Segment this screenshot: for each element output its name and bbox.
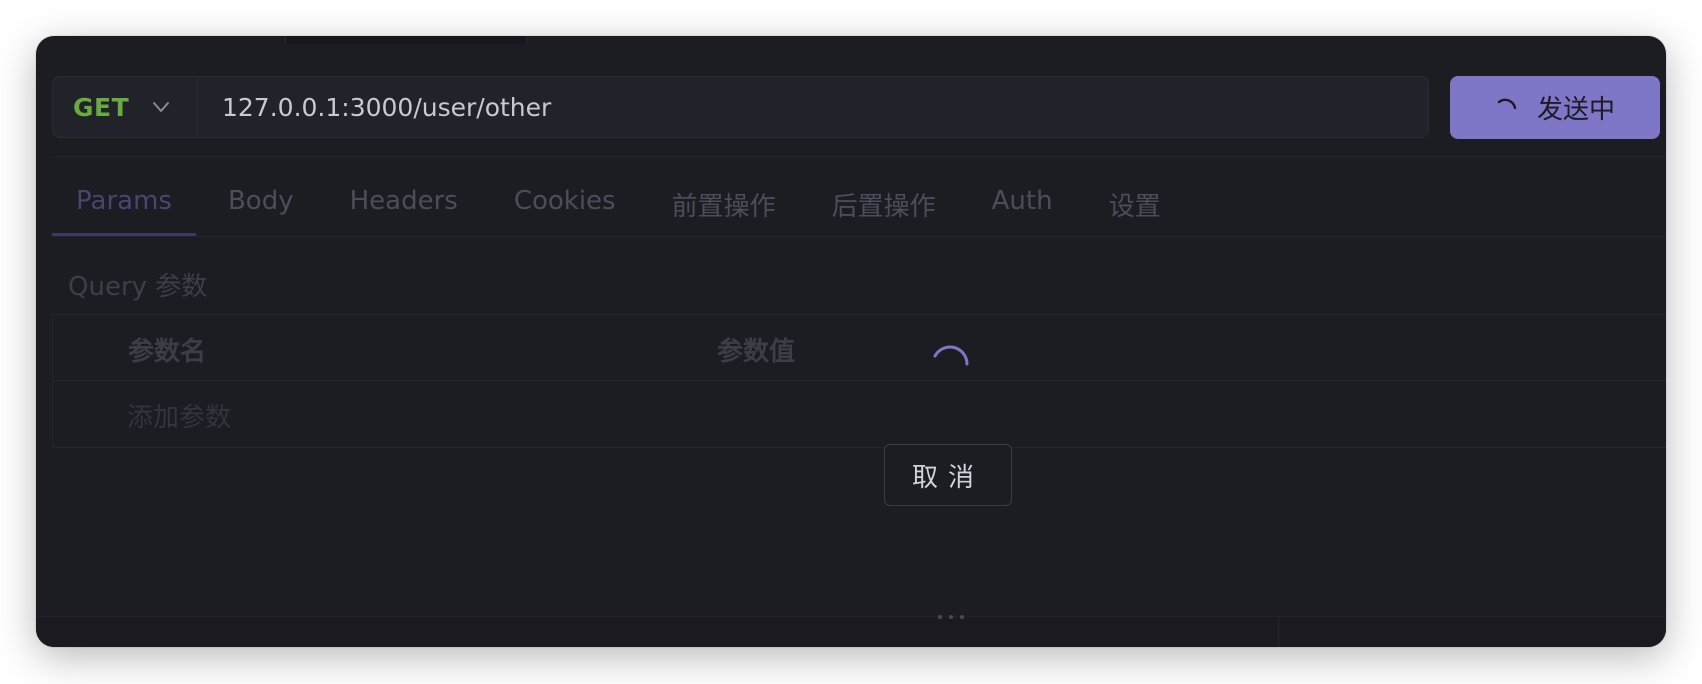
loading-spinner-icon: [931, 342, 971, 382]
loading-overlay: 取消: [36, 36, 1666, 647]
splitter-dot: [960, 615, 964, 619]
splitter-dot: [949, 615, 953, 619]
panel-splitter: [36, 616, 1666, 617]
divider: [1278, 617, 1279, 647]
request-panel-window: GET 发送中 Params Body Headers Cookies 前置操作…: [36, 36, 1666, 647]
splitter-dot: [938, 615, 942, 619]
more-horizontal-icon[interactable]: [938, 613, 964, 621]
response-panel-strip: [36, 617, 1666, 647]
cancel-button[interactable]: 取消: [884, 444, 1012, 506]
